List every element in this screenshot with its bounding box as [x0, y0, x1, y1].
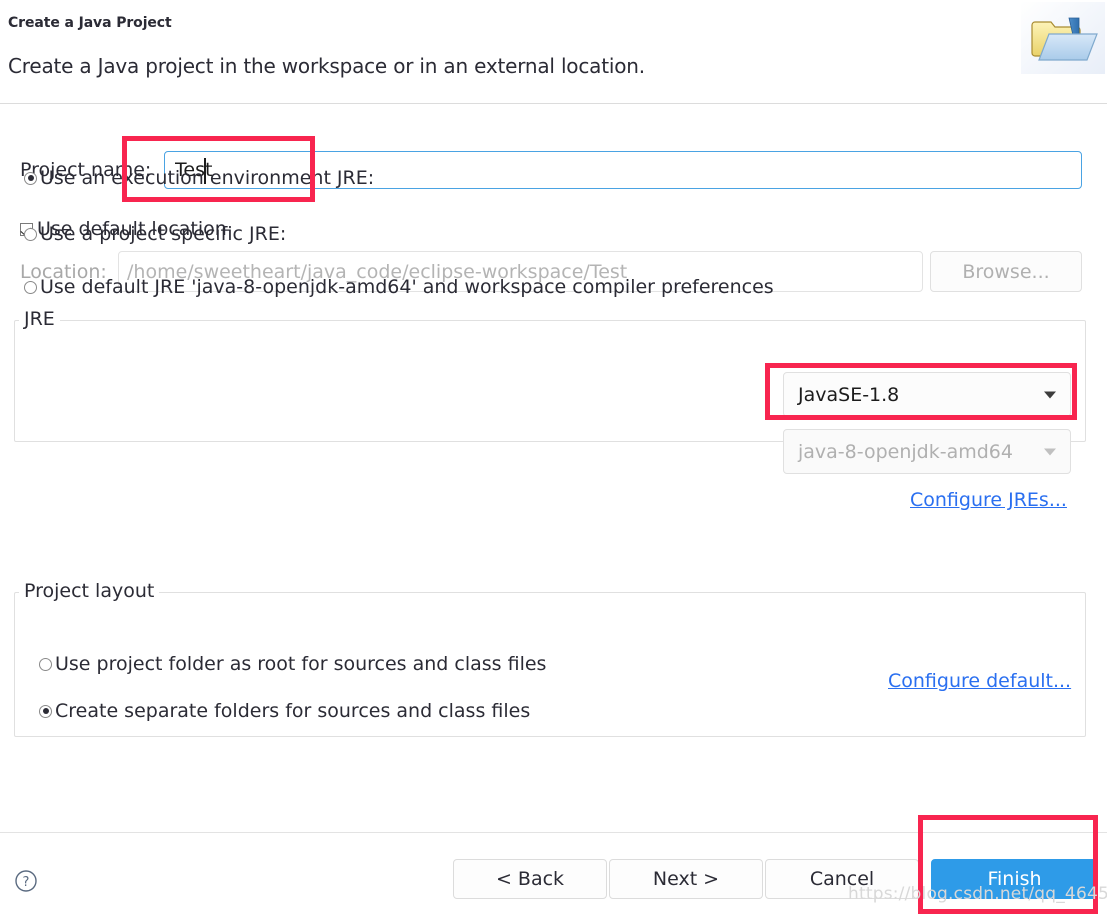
configure-default-link[interactable]: Configure default...: [888, 670, 1071, 692]
finish-button[interactable]: Finish: [931, 859, 1098, 899]
combo-value: java-8-openjdk-amd64: [798, 440, 1013, 463]
radio-label: Use project folder as root for sources a…: [55, 653, 547, 675]
project-layout-group-legend: Project layout: [19, 580, 160, 602]
radio-use-project-folder-as-root[interactable]: Use project folder as root for sources a…: [39, 653, 546, 675]
radio-icon[interactable]: [24, 171, 37, 185]
page-title: Create a Java Project: [8, 15, 172, 31]
radio-icon[interactable]: [24, 280, 37, 294]
svg-text:?: ?: [23, 875, 30, 890]
execution-environment-jre-combo[interactable]: JavaSE-1.8: [783, 372, 1071, 417]
project-specific-jre-combo: java-8-openjdk-amd64: [783, 429, 1071, 474]
next-button[interactable]: Next >: [609, 859, 763, 899]
browse-button: Browse...: [930, 251, 1082, 292]
jre-group-legend: JRE: [19, 308, 60, 330]
radio-use-execution-environment-jre[interactable]: Use an execution environment JRE:: [24, 167, 374, 189]
configure-jres-link[interactable]: Configure JREs...: [910, 489, 1067, 511]
combo-value: JavaSE-1.8: [798, 383, 900, 406]
radio-label: Use a project specific JRE:: [40, 223, 287, 245]
radio-label: Use default JRE 'java-8-openjdk-amd64' a…: [40, 276, 774, 298]
radio-label: Create separate folders for sources and …: [55, 700, 531, 722]
radio-icon[interactable]: [24, 227, 37, 241]
help-question-icon[interactable]: ?: [14, 869, 38, 893]
radio-use-default-jre[interactable]: Use default JRE 'java-8-openjdk-amd64' a…: [24, 276, 774, 298]
cancel-button[interactable]: Cancel: [765, 859, 919, 899]
radio-create-separate-folders[interactable]: Create separate folders for sources and …: [39, 700, 530, 722]
chevron-down-icon[interactable]: [1044, 391, 1056, 398]
radio-use-project-specific-jre[interactable]: Use a project specific JRE:: [24, 223, 286, 245]
page-description: Create a Java project in the workspace o…: [8, 54, 645, 78]
project-layout-group: Project layout Use project folder as roo…: [14, 580, 1086, 737]
back-button[interactable]: < Back: [453, 859, 607, 899]
dialog-footer: ? < Back Next > Cancel Finish: [0, 832, 1107, 914]
radio-icon[interactable]: [39, 657, 52, 671]
radio-label: Use an execution environment JRE:: [40, 167, 375, 189]
dialog-body: Project name: Use default location Locat…: [0, 104, 1107, 832]
radio-icon[interactable]: [39, 704, 52, 718]
dialog-header: Create a Java Project Create a Java proj…: [0, 0, 1107, 104]
chevron-down-icon: [1044, 448, 1056, 455]
java-project-folder-icon: [1021, 2, 1105, 74]
